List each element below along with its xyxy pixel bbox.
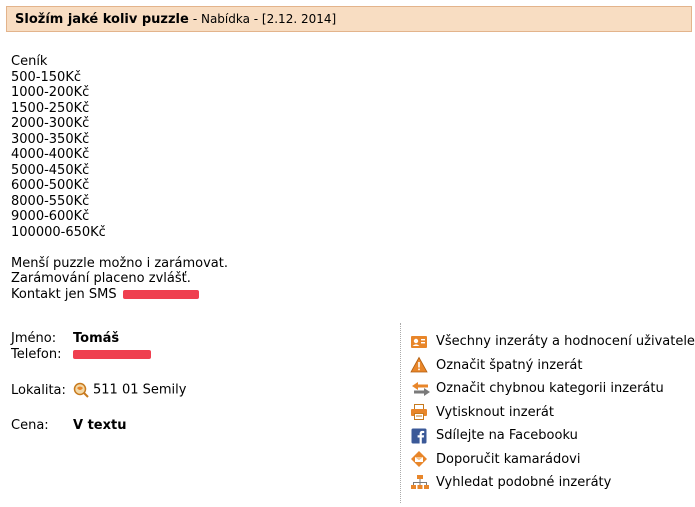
- print-ad-link[interactable]: Vytisknout inzerát: [410, 401, 695, 425]
- price-row: 100000-650Kč: [11, 224, 106, 240]
- all-user-ads-link[interactable]: Všechny inzeráty a hodnocení uživatele: [410, 330, 695, 354]
- action-label: Sdílejte na Facebooku: [436, 428, 578, 444]
- ad-description: Ceník 500-150Kč 1000-200Kč 1500-250Kč 20…: [11, 54, 228, 302]
- action-label: Vytisknout inzerát: [436, 404, 554, 420]
- note-line: Menší puzzle možno i zarámovat.: [11, 255, 228, 271]
- price-row: 1000-200Kč: [11, 85, 90, 100]
- search-similar-link[interactable]: Vyhledat podobné inzeráty: [410, 471, 695, 495]
- recommend-icon: [410, 450, 428, 468]
- note-line: Zarámování placeno zvlášť.: [11, 271, 191, 286]
- seller-location-row: Lokalita: 511 01 Semily: [11, 382, 186, 398]
- ad-actions: Všechny inzeráty a hodnocení uživatele O…: [410, 330, 695, 495]
- pricelist-title: Ceník: [11, 54, 48, 69]
- recommend-friend-link[interactable]: Doporučit kamarádovi: [410, 448, 695, 472]
- warning-icon: [410, 356, 428, 374]
- price-row: 8000-550Kč: [11, 193, 90, 209]
- printer-icon: [410, 403, 428, 421]
- ad-header: Složím jaké koliv puzzle - Nabídka - [2.…: [6, 6, 692, 32]
- action-label: Doporučit kamarádovi: [436, 451, 581, 467]
- action-label: Vyhledat podobné inzeráty: [436, 475, 612, 491]
- name-value: Tomáš: [73, 331, 120, 346]
- share-facebook-link[interactable]: Sdílejte na Facebooku: [410, 424, 695, 448]
- ad-title: Složím jaké koliv puzzle: [15, 11, 189, 27]
- swap-arrows-icon: [410, 380, 430, 398]
- price-row: 1500-250Kč: [11, 100, 90, 116]
- ad-meta: - Nabídka - [2.12. 2014]: [192, 12, 337, 26]
- price-row: 5000-450Kč: [11, 162, 90, 178]
- user-card-icon: [410, 333, 428, 351]
- contact-line: Kontakt jen SMS: [11, 287, 228, 303]
- action-label: Označit chybnou kategorii inzerátu: [436, 381, 664, 397]
- report-ad-link[interactable]: Označit špatný inzerát: [410, 354, 695, 378]
- report-category-link[interactable]: Označit chybnou kategorii inzerátu: [410, 377, 695, 401]
- contact-label: Kontakt jen SMS: [11, 286, 117, 302]
- map-search-icon[interactable]: [73, 382, 93, 398]
- facebook-icon: [410, 427, 428, 445]
- location-value: 511 01 Semily: [93, 382, 187, 398]
- price-row: 4000-400Kč: [11, 147, 90, 162]
- sitemap-icon: [410, 474, 429, 492]
- price-row: 3000-350Kč: [11, 131, 90, 147]
- price-row-info: Cena: V textu: [11, 418, 126, 433]
- action-label: Označit špatný inzerát: [436, 357, 583, 373]
- action-label: Všechny inzeráty a hodnocení uživatele: [436, 334, 695, 350]
- seller-phone-row: Telefon:: [11, 347, 151, 362]
- seller-name-row: Jméno: Tomáš: [11, 331, 119, 346]
- redacted-phone-value: [73, 350, 151, 359]
- redacted-phone: [122, 289, 199, 299]
- price-value: V textu: [73, 418, 127, 433]
- name-label: Jméno:: [11, 331, 57, 346]
- price-row: 9000-600Kč: [11, 209, 90, 224]
- price-label: Cena:: [11, 418, 49, 433]
- price-row: 500-150Kč: [11, 69, 81, 85]
- location-label: Lokalita:: [11, 382, 66, 398]
- price-row: 2000-300Kč: [11, 116, 90, 131]
- price-row: 6000-500Kč: [11, 178, 90, 193]
- phone-label: Telefon:: [11, 347, 62, 362]
- vertical-divider: [400, 323, 401, 503]
